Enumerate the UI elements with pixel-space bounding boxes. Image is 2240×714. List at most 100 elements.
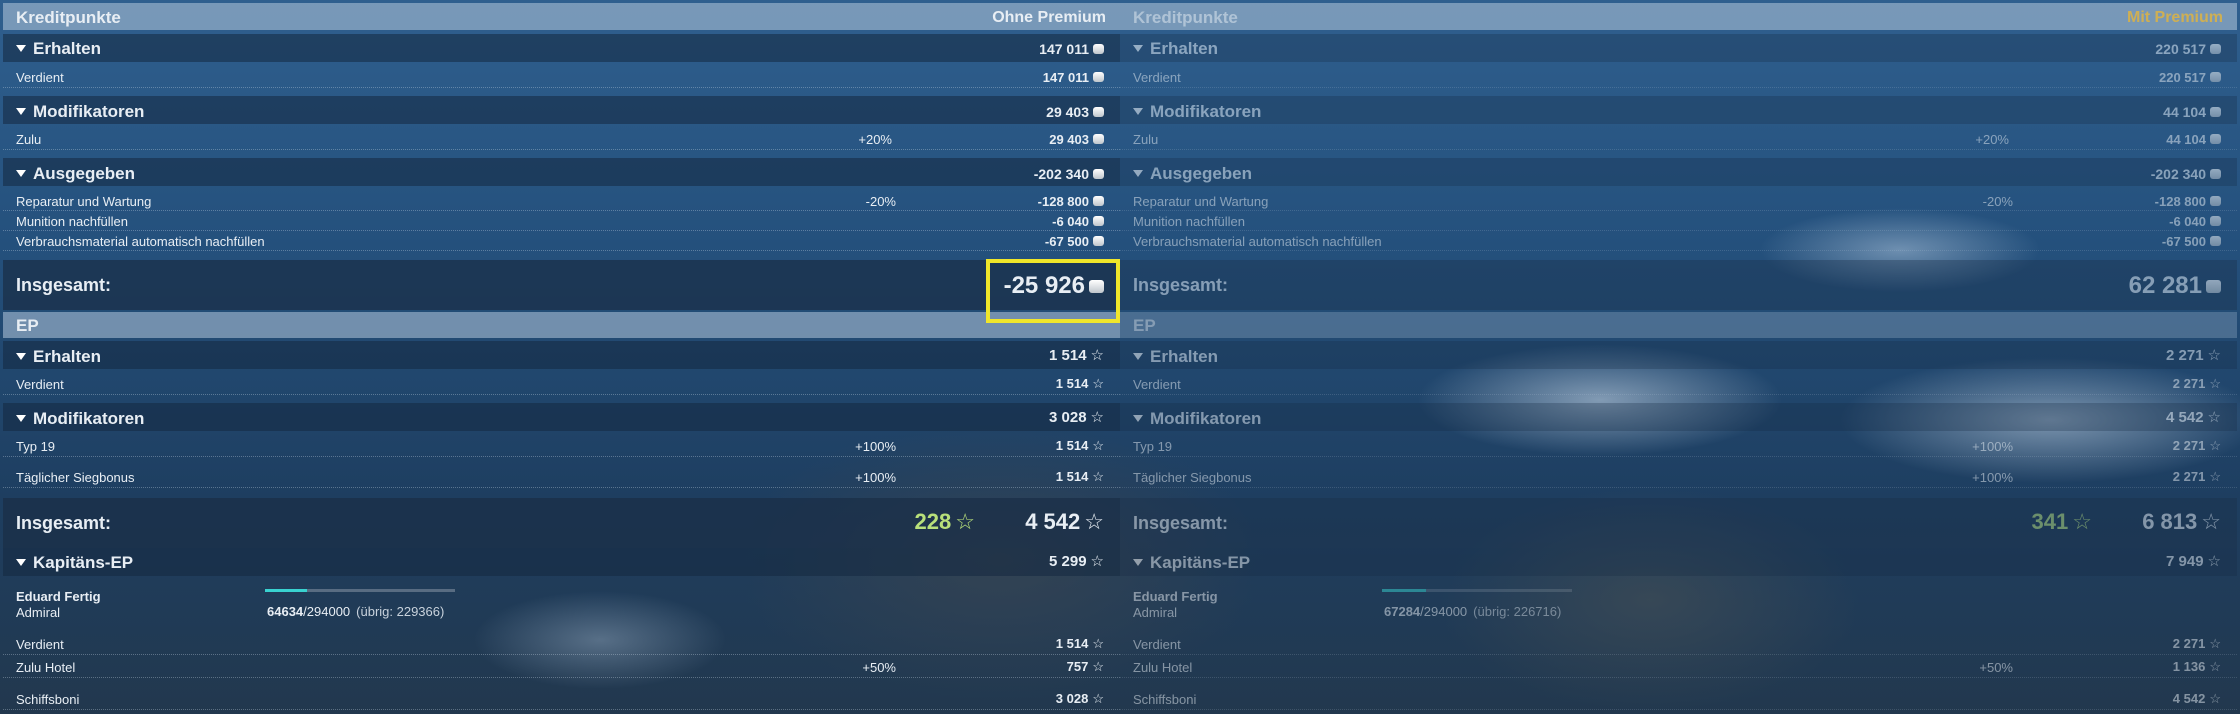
typ19-row: Typ 19 +100% 1 514 ☆	[3, 435, 1120, 457]
credit-coin-icon	[2210, 196, 2221, 206]
zulu-hotel-percent: +50%	[1979, 660, 2013, 675]
credits-total-row: Insgesamt: -25 926	[3, 260, 1120, 310]
typ19-percent: +100%	[1972, 439, 2013, 454]
kapitan-row: Kapitäns-EP 5 299 ☆	[3, 548, 1120, 576]
modifikatoren-total: 29 403	[1046, 104, 1089, 120]
commander-xp-max: /294000	[303, 604, 351, 619]
collapse-triangle-icon[interactable]	[16, 108, 26, 115]
typ19-label: Typ 19	[16, 439, 56, 454]
star-icon: ☆	[1090, 553, 1104, 570]
collapse-triangle-icon[interactable]	[16, 45, 26, 52]
munition-label: Munition nachfüllen	[1133, 214, 1246, 229]
star-icon: ☆	[2209, 636, 2221, 651]
zulu-value: 29 403	[1049, 132, 1089, 147]
credits-title: Kreditpunkte	[16, 8, 121, 27]
star-icon: ☆	[1090, 347, 1104, 364]
erhalten-total: 147 011	[1039, 41, 1089, 57]
commander-name: Eduard Fertig	[1133, 589, 1218, 604]
kapitan-row: Kapitäns-EP 7 949 ☆	[1120, 548, 2237, 576]
verdient-value: 220 517	[2159, 70, 2206, 85]
reparatur-value: -128 800	[2154, 194, 2206, 209]
star-icon: ☆	[1090, 409, 1104, 426]
star-icon: ☆	[2207, 553, 2221, 570]
results-panel-premium: Kreditpunkte Mit Premium Erhalten 220 51…	[1120, 0, 2237, 714]
collapse-triangle-icon[interactable]	[1133, 170, 1143, 177]
ep-header-bar: EP	[1120, 312, 2237, 338]
credit-coin-icon	[2210, 169, 2221, 179]
collapse-triangle-icon[interactable]	[16, 559, 26, 566]
collapse-triangle-icon[interactable]	[16, 353, 26, 360]
zulu-hotel-row: Zulu Hotel +50% 757 ☆	[3, 656, 1120, 678]
star-icon: ☆	[1092, 659, 1104, 674]
collapse-triangle-icon[interactable]	[16, 170, 26, 177]
erhalten-total: 220 517	[2155, 41, 2206, 57]
star-icon: ☆	[2209, 469, 2221, 484]
commander-xp: 64634	[267, 604, 304, 619]
munition-row: Munition nachfüllen -6 040	[3, 211, 1120, 231]
kapitan-verdient-value: 2 271	[2172, 636, 2206, 651]
star-icon: ☆	[1084, 509, 1104, 534]
commander-info: Eduard Fertig Admiral 64634/294000 (übrig…	[3, 584, 1120, 624]
ep-title: EP	[1133, 316, 1156, 335]
collapse-triangle-icon[interactable]	[16, 415, 26, 422]
commander-xp-bar	[1382, 589, 1572, 592]
ep-erhalten-label: Erhalten	[1150, 347, 1219, 366]
kapitan-label: Kapitäns-EP	[1150, 553, 1251, 572]
schiffsboni-label: Schiffsboni	[16, 692, 80, 707]
credit-coin-icon	[2210, 236, 2221, 246]
reparatur-label: Reparatur und Wartung	[1133, 194, 1269, 209]
schiffsboni-value: 3 028	[1055, 691, 1089, 706]
kapitan-label: Kapitäns-EP	[33, 553, 134, 572]
ep-erhalten-row: Erhalten 1 514 ☆	[3, 341, 1120, 369]
ep-total-label: Insgesamt:	[1133, 513, 1229, 533]
collapse-triangle-icon[interactable]	[1133, 45, 1143, 52]
modifikatoren-total: 44 104	[2163, 104, 2206, 120]
ep-header-bar: EP	[3, 312, 1120, 338]
credits-title: Kreditpunkte	[1133, 8, 1238, 27]
munition-row: Munition nachfüllen -6 040	[1120, 211, 2237, 231]
verbrauch-label: Verbrauchsmaterial automatisch nachfülle…	[1133, 234, 1382, 249]
verdient-row: Verdient 220 517	[1120, 66, 2237, 88]
typ19-value: 1 514	[1055, 438, 1089, 453]
credits-total-value: 62 281	[2128, 272, 2202, 299]
ep-title: EP	[16, 316, 39, 335]
reparatur-percent: -20%	[865, 194, 896, 209]
verdient-value: 147 011	[1042, 70, 1089, 85]
siegbonus-label: Täglicher Siegbonus	[16, 470, 135, 485]
free-xp-value: 228	[914, 509, 952, 534]
munition-label: Munition nachfüllen	[16, 214, 129, 229]
typ19-row: Typ 19 +100% 2 271 ☆	[1120, 435, 2237, 457]
collapse-triangle-icon[interactable]	[1133, 353, 1143, 360]
star-icon: ☆	[2207, 347, 2221, 364]
ep-verdient-row: Verdient 2 271 ☆	[1120, 373, 2237, 395]
kapitan-verdient-label: Verdient	[1133, 637, 1181, 652]
collapse-triangle-icon[interactable]	[1133, 415, 1143, 422]
collapse-triangle-icon[interactable]	[1133, 108, 1143, 115]
credits-total-label: Insgesamt:	[16, 275, 112, 295]
zulu-hotel-value: 1 136	[2172, 659, 2206, 674]
siegbonus-row: Täglicher Siegbonus +100% 2 271 ☆	[1120, 466, 2237, 488]
credit-coin-icon	[1093, 236, 1104, 246]
kapitan-verdient-label: Verdient	[16, 637, 64, 652]
commander-rank: Admiral	[1133, 605, 1178, 620]
erhalten-label: Erhalten	[33, 39, 102, 58]
star-icon: ☆	[2209, 691, 2221, 706]
siegbonus-percent: +100%	[1972, 470, 2013, 485]
ep-verdient-value: 1 514	[1055, 376, 1089, 391]
credit-coin-icon	[2210, 216, 2221, 226]
typ19-percent: +100%	[855, 439, 896, 454]
zulu-hotel-percent: +50%	[862, 660, 896, 675]
credit-coin-icon	[1093, 196, 1104, 206]
zulu-label: Zulu	[16, 132, 42, 147]
schiffsboni-value: 4 542	[2172, 691, 2206, 706]
verbrauch-value: -67 500	[2161, 234, 2206, 249]
ep-erhalten-total: 2 271	[2166, 347, 2204, 364]
commander-xp: 67284	[1384, 604, 1421, 619]
star-icon: ☆	[1092, 438, 1104, 453]
ep-verdient-row: Verdient 1 514 ☆	[3, 373, 1120, 395]
star-icon: ☆	[1092, 469, 1104, 484]
credit-coin-icon	[1093, 44, 1104, 54]
typ19-label: Typ 19	[1133, 439, 1173, 454]
star-icon: ☆	[955, 509, 975, 534]
collapse-triangle-icon[interactable]	[1133, 559, 1143, 566]
